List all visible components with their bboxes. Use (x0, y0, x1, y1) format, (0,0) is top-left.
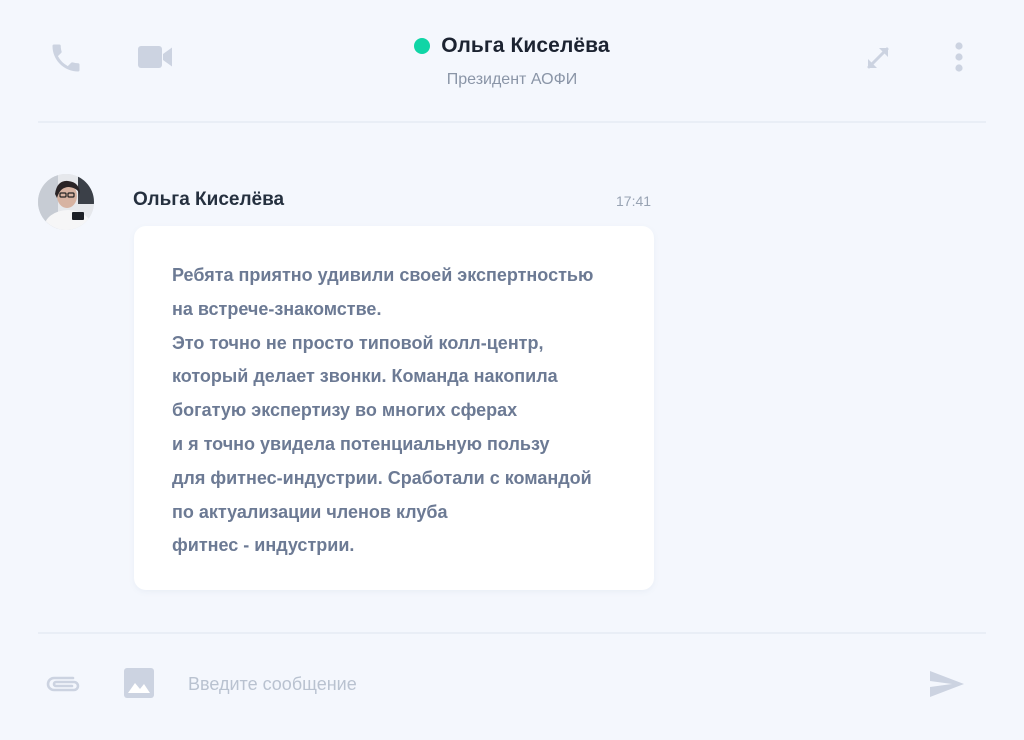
avatar (38, 174, 94, 230)
message-line: богатую экспертизу во многих сферах (172, 400, 518, 421)
expand-arrows-icon[interactable] (862, 42, 894, 74)
message-line: который делает звонки. Команда накопила (172, 366, 558, 387)
message-input[interactable] (186, 666, 890, 702)
message-line: Это точно не просто типовой колл-центр, (172, 332, 544, 353)
message-time: 17:41 (616, 193, 652, 209)
message-line: на встрече-знакомстве. (172, 298, 382, 319)
more-vertical-icon[interactable] (946, 38, 972, 76)
message-line: фитнес - индустрии. (172, 535, 355, 556)
message-text: Ребята приятно удивили своей экспертност… (172, 259, 593, 563)
image-icon[interactable] (122, 666, 156, 700)
message-bubble: Ребята приятно удивили своей экспертност… (134, 226, 654, 590)
header-divider (38, 121, 986, 123)
online-status-dot (414, 38, 431, 54)
message-line: Ребята приятно удивили своей экспертност… (172, 265, 594, 285)
chat-window: Ольга Киселёва Президент АОФИ Ольга Кисе… (0, 0, 1024, 740)
message-line: для фитнес-индустрии. Сработали с команд… (172, 467, 592, 488)
message-author: Ольга Киселёва (133, 189, 285, 210)
paperclip-icon[interactable] (42, 670, 84, 698)
message-line: и я точно увидела потенциальную пользу (172, 433, 550, 454)
chat-header: Ольга Киселёва Президент АОФИ (0, 0, 1024, 122)
contact-name-row: Ольга Киселёва (414, 34, 610, 58)
send-icon[interactable] (926, 666, 968, 702)
contact-name: Ольга Киселёва (441, 34, 610, 57)
message-line: по актуализации членов клуба (172, 501, 448, 522)
composer-divider (38, 632, 986, 634)
